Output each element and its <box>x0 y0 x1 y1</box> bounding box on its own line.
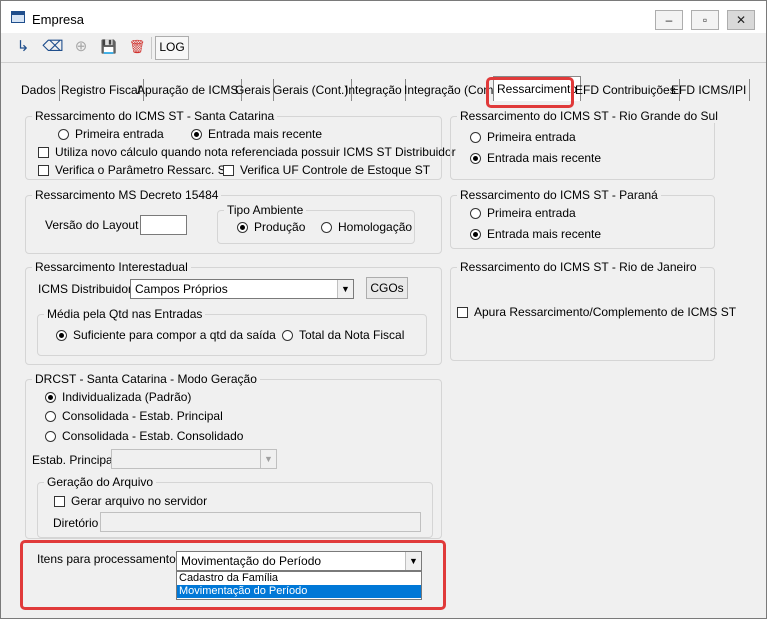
rs-radio-primeira[interactable]: Primeira entrada <box>470 130 576 144</box>
estab-principal-select[interactable]: ▼ <box>111 449 277 469</box>
group-pr-title: Ressarcimento do ICMS ST - Paraná <box>457 188 661 202</box>
rj-check-apura[interactable]: Apura Ressarcimento/Complemento de ICMS … <box>457 305 736 319</box>
exit-icon[interactable]: ↳ <box>11 36 35 60</box>
group-rs-title: Ressarcimento do ICMS ST - Rio Grande do… <box>457 109 721 123</box>
tipo-ambiente-title: Tipo Ambiente <box>224 203 307 217</box>
tab-efd-contribuicoes[interactable]: EFD Contribuições <box>572 79 680 101</box>
restore-button[interactable]: ▫ <box>691 10 719 30</box>
group-ms-title: Ressarcimento MS Decreto 15484 <box>32 188 222 202</box>
sc-check-novo-calculo[interactable]: Utiliza novo cálculo quando nota referen… <box>38 145 456 159</box>
log-button[interactable]: LOG <box>155 36 189 60</box>
media-qtd-title: Média pela Qtd nas Entradas <box>44 307 206 321</box>
delete-icon[interactable]: 🗑 <box>125 36 149 60</box>
radio-total-nota[interactable]: Total da Nota Fiscal <box>282 328 404 342</box>
radio-individualizada[interactable]: Individualizada (Padrão) <box>45 390 191 404</box>
close-button[interactable]: ✕ <box>727 10 755 30</box>
tab-efd-icms-ipi[interactable]: EFD ICMS/IPI <box>668 79 751 101</box>
chevron-down-icon: ▼ <box>337 280 353 298</box>
group-rj-title: Ressarcimento do ICMS ST - Rio de Janeir… <box>457 260 700 274</box>
radio-consol-consolidado[interactable]: Consolidada - Estab. Consolidado <box>45 429 243 443</box>
diretorio-label: Diretório <box>53 516 99 530</box>
check-gerar-arquivo[interactable]: Gerar arquivo no servidor <box>54 494 207 508</box>
rs-radio-recente[interactable]: Entrada mais recente <box>470 151 601 165</box>
radio-homologacao[interactable]: Homologação <box>321 220 412 234</box>
sc-check-verifica-uf[interactable]: Verifica UF Controle de Estoque ST <box>223 163 430 177</box>
versao-layout-label: Versão do Layout <box>45 218 139 232</box>
sc-radio-recente[interactable]: Entrada mais recente <box>191 127 322 141</box>
window-icon <box>11 11 25 23</box>
chevron-down-icon: ▼ <box>260 450 276 468</box>
save-icon[interactable]: 💾 <box>97 36 121 60</box>
toolbar: ↳ ⌫ ⊕ 💾 🗑 LOG <box>1 33 766 63</box>
tab-apuracao-icms[interactable]: Apuração de ICMS <box>134 79 243 101</box>
group-santa-catarina-title: Ressarcimento do ICMS ST - Santa Catarin… <box>32 109 278 123</box>
pr-radio-primeira[interactable]: Primeira entrada <box>470 206 576 220</box>
group-rio-grande-do-sul: Ressarcimento do ICMS ST - Rio Grande do… <box>450 109 721 180</box>
add-icon[interactable]: ⊕ <box>69 36 93 60</box>
geracao-arquivo-title: Geração do Arquivo <box>44 475 157 489</box>
icms-distribuidor-value: Campos Próprios <box>135 282 228 296</box>
versao-layout-input[interactable] <box>140 215 187 235</box>
estab-principal-label: Estab. Principal <box>32 453 116 467</box>
toolbar-separator <box>151 37 152 59</box>
tab-gerais-cont[interactable]: Gerais (Cont.) <box>270 79 353 101</box>
eraser-icon[interactable]: ⌫ <box>41 36 65 60</box>
radio-consol-principal[interactable]: Consolidada - Estab. Principal <box>45 409 223 423</box>
sc-radio-primeira[interactable]: Primeira entrada <box>58 127 164 141</box>
tab-integracao[interactable]: Integração <box>342 79 406 101</box>
tab-highlight <box>486 77 574 108</box>
window-title: Empresa <box>32 12 85 27</box>
tab-dados[interactable]: Dados <box>18 79 60 101</box>
tab-registro-fiscal[interactable]: Registro Fiscal <box>58 79 145 101</box>
tab-gerais[interactable]: Gerais <box>232 79 275 101</box>
radio-producao[interactable]: Produção <box>237 220 305 234</box>
group-drcst-title: DRCST - Santa Catarina - Modo Geração <box>32 372 260 386</box>
icms-distribuidor-select[interactable]: Campos Próprios ▼ <box>130 279 354 299</box>
itens-highlight <box>20 540 446 610</box>
minimize-button[interactable]: – <box>655 10 683 30</box>
group-inter-title: Ressarcimento Interestadual <box>32 260 191 274</box>
diretorio-input[interactable] <box>100 512 421 532</box>
cgos-button[interactable]: CGOs <box>366 277 408 299</box>
pr-radio-recente[interactable]: Entrada mais recente <box>470 227 601 241</box>
radio-suficiente[interactable]: Suficiente para compor a qtd da saída <box>56 328 276 342</box>
sc-check-verifica-param[interactable]: Verifica o Parâmetro Ressarc. ST <box>38 163 233 177</box>
title-bar: Empresa – ▫ ✕ <box>1 1 766 33</box>
icms-distribuidor-label: ICMS Distribuidor: <box>38 282 136 296</box>
